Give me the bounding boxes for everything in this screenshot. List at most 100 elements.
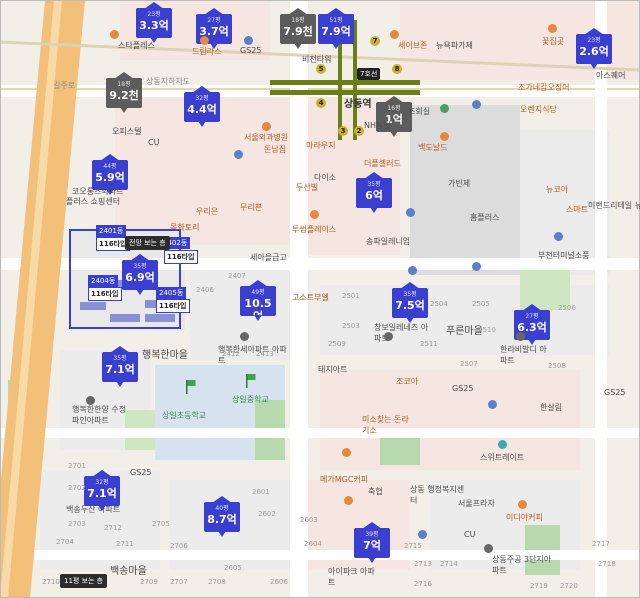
restaurant-icon[interactable]	[342, 448, 351, 457]
poi-label[interactable]: 스위트레이트	[480, 452, 524, 463]
poi-label[interactable]: 조코아	[396, 376, 418, 387]
poi-label[interactable]: 드림라스	[192, 46, 221, 57]
price-pin[interactable]: 18평 7.9천	[280, 8, 316, 49]
price-pin[interactable]: 35평 6억	[356, 172, 392, 213]
poi-label[interactable]: 이디야커피	[506, 512, 543, 523]
building-tag[interactable]: 2401동	[96, 225, 127, 237]
bus-stop-icon[interactable]	[406, 208, 415, 217]
price-pin[interactable]: 23평 3.3억	[136, 2, 172, 43]
poi-label[interactable]: 홈플러스	[470, 212, 499, 223]
poi-label[interactable]: 메가MGC커피	[320, 474, 368, 485]
poi-label[interactable]: CU	[464, 530, 475, 539]
poi-label[interactable]: 비전타워	[302, 54, 331, 65]
poi-label[interactable]: 두산빌	[296, 182, 318, 193]
restaurant-icon[interactable]	[110, 30, 119, 39]
poi-label[interactable]: 조가네갑오징어	[518, 82, 570, 93]
poi-label[interactable]: 백도날드	[418, 142, 447, 153]
restaurant-icon[interactable]	[548, 24, 557, 33]
price-pin[interactable]: 39평 7억	[354, 522, 390, 563]
station-exit-label[interactable]: 7호선	[357, 68, 381, 80]
poi-label[interactable]: 상일초등학교	[162, 410, 206, 421]
poi-label[interactable]: 우리은	[196, 206, 218, 217]
poi-label[interactable]: 세아을급고	[250, 252, 287, 263]
poi-label[interactable]: 오피스텔	[112, 126, 141, 137]
poi-label[interactable]: GS25	[130, 468, 151, 477]
poi-label[interactable]: 행복한한양 수정파인아파트	[72, 404, 132, 426]
poi-label[interactable]: GS25	[452, 384, 473, 393]
poi-label[interactable]: GS25	[240, 46, 261, 55]
station-exit-icon[interactable]: 7	[370, 36, 380, 46]
station-exit-icon[interactable]: 2	[354, 126, 364, 136]
poi-label[interactable]: 꽃집곳	[542, 36, 564, 47]
poi-label[interactable]: 서울프라자	[458, 498, 495, 509]
poi-label[interactable]: 뉴욕파가제	[436, 40, 473, 51]
cafe-icon[interactable]	[518, 500, 527, 509]
station-exit-icon[interactable]: 5	[316, 64, 326, 74]
poi-label[interactable]: 오렌지식당	[520, 104, 557, 115]
station-exit-icon[interactable]: 4	[316, 98, 326, 108]
price-pin[interactable]: 40평 8.7억	[204, 496, 240, 537]
apartment-icon[interactable]	[384, 332, 393, 341]
poi-label[interactable]: GS25	[604, 388, 625, 397]
poi-label[interactable]: 아스퀘어	[596, 70, 625, 81]
cafe-icon[interactable]	[344, 496, 353, 505]
station-name[interactable]: 상동역	[344, 95, 372, 110]
school-flag-icon[interactable]	[186, 380, 196, 394]
building-tag[interactable]: 2405동	[156, 287, 187, 299]
apartment-icon[interactable]	[86, 396, 95, 405]
poi-label[interactable]: 한라비발디 아파트	[500, 344, 550, 366]
poi-label[interactable]: 상동주공 3단지아파트	[492, 554, 552, 576]
apartment-icon[interactable]	[484, 544, 493, 553]
store-icon[interactable]	[244, 36, 253, 45]
poi-label[interactable]: 부천터미널소풍	[538, 250, 590, 261]
price-pin[interactable]: 32평 4.4억	[184, 86, 220, 127]
poi-label[interactable]: 상일중학교	[232, 394, 269, 405]
apartment-icon[interactable]	[516, 332, 525, 341]
poi-label[interactable]: 한살림	[540, 402, 562, 413]
hospital-icon[interactable]	[262, 122, 271, 131]
bus-stop-icon[interactable]	[234, 150, 243, 159]
bus-stop-icon[interactable]	[472, 262, 481, 271]
poi-label[interactable]: 태지아트	[318, 364, 347, 375]
poi-label[interactable]: 플러스 쇼핑센터	[66, 196, 120, 207]
office-icon[interactable]	[418, 530, 427, 539]
poi-label[interactable]: 조회실	[408, 106, 430, 117]
poi-label[interactable]: 서울외과병원	[244, 132, 288, 143]
apartment-icon[interactable]	[240, 332, 249, 341]
price-pin[interactable]: 35평 7.5억	[392, 282, 428, 323]
bus-stop-icon[interactable]	[472, 100, 481, 109]
bus-stop-icon[interactable]	[408, 266, 417, 275]
poi-label[interactable]: 백송두산 아파트	[66, 504, 120, 515]
restaurant-icon[interactable]	[200, 36, 209, 45]
restaurant-icon[interactable]	[440, 132, 449, 141]
school-flag-icon[interactable]	[246, 374, 256, 388]
poi-label[interactable]: 돈남집	[264, 144, 286, 155]
poi-label[interactable]: 아이파크 아파트	[328, 566, 378, 588]
price-pin[interactable]: 35평 7.1억	[102, 346, 138, 387]
poi-label[interactable]: 더플셀러드	[364, 158, 401, 169]
bus-stop-icon[interactable]	[554, 232, 563, 241]
price-pin[interactable]: 23평 2.6억	[576, 28, 612, 69]
map-view[interactable]: 23평 3.3억 27평 3.7억 18평 7.9천 51평 7.9억 23평 2.6억 …	[0, 0, 640, 598]
poi-label[interactable]: 무리쁜	[240, 202, 262, 213]
poi-label[interactable]: NH농협	[364, 120, 391, 131]
cafe-icon[interactable]	[310, 210, 319, 219]
view-floor-chip[interactable]: 전망 보는 층	[125, 236, 170, 250]
poi-label[interactable]: 미소찾는 돈라기소	[362, 414, 412, 436]
shop-icon[interactable]	[498, 440, 507, 449]
poi-label[interactable]: 스타플레스	[118, 40, 155, 51]
poi-label[interactable]: 가빈제	[448, 178, 470, 189]
price-pin[interactable]: 51평 7.9억	[318, 8, 354, 49]
poi-label[interactable]: 스마트	[566, 204, 588, 215]
bank-icon[interactable]	[440, 104, 449, 113]
poi-label[interactable]: 마라우지	[306, 140, 335, 151]
poi-label[interactable]: 투썸플레이스	[292, 224, 336, 235]
poi-label[interactable]: 이랜드리테일 뉴코	[588, 200, 640, 211]
restaurant-icon[interactable]	[390, 30, 399, 39]
bus-stop-icon[interactable]	[488, 400, 497, 409]
poi-label[interactable]: 세이브존	[398, 40, 427, 51]
price-pin[interactable]: 18평 9.2천	[106, 72, 142, 113]
price-pin[interactable]: 35평 6.9억	[122, 254, 158, 295]
station-exit-icon[interactable]: 3	[338, 126, 348, 136]
building-tag[interactable]: 2404동	[88, 275, 119, 287]
